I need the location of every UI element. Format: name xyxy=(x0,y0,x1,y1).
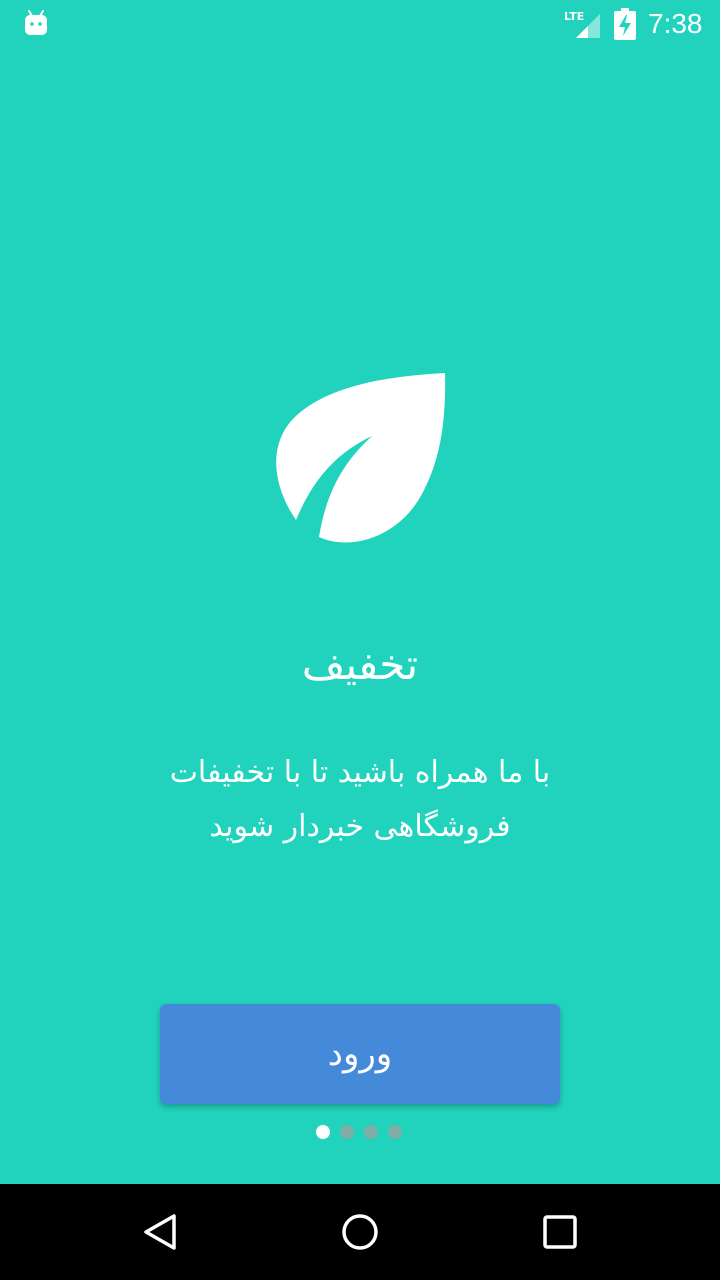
onboarding-screen: LTE 7:38 تخفیف با ما همراه باشید تا با ت… xyxy=(0,0,720,1280)
back-icon[interactable] xyxy=(136,1208,184,1256)
onboarding-title: تخفیف xyxy=(301,640,419,689)
page-indicator xyxy=(312,1124,408,1140)
page-dot-active[interactable] xyxy=(316,1125,330,1139)
status-bar: LTE 7:38 xyxy=(0,0,720,48)
leaf-icon xyxy=(276,373,446,543)
recents-icon[interactable] xyxy=(536,1208,584,1256)
svg-text:LTE: LTE xyxy=(564,10,584,23)
home-icon[interactable] xyxy=(336,1208,384,1256)
page-dot[interactable] xyxy=(388,1125,402,1139)
lte-signal-icon: LTE xyxy=(564,10,600,38)
status-clock: 7:38 xyxy=(648,8,703,39)
navigation-bar xyxy=(0,1184,720,1280)
battery-charging-icon xyxy=(614,8,636,40)
page-dot[interactable] xyxy=(340,1125,354,1139)
android-icon xyxy=(25,10,47,35)
onboarding-description: با ما همراه باشید تا با تخفیفات فروشگاهی… xyxy=(169,755,551,844)
login-button[interactable]: ورود xyxy=(160,1004,560,1104)
page-dot[interactable] xyxy=(364,1125,378,1139)
